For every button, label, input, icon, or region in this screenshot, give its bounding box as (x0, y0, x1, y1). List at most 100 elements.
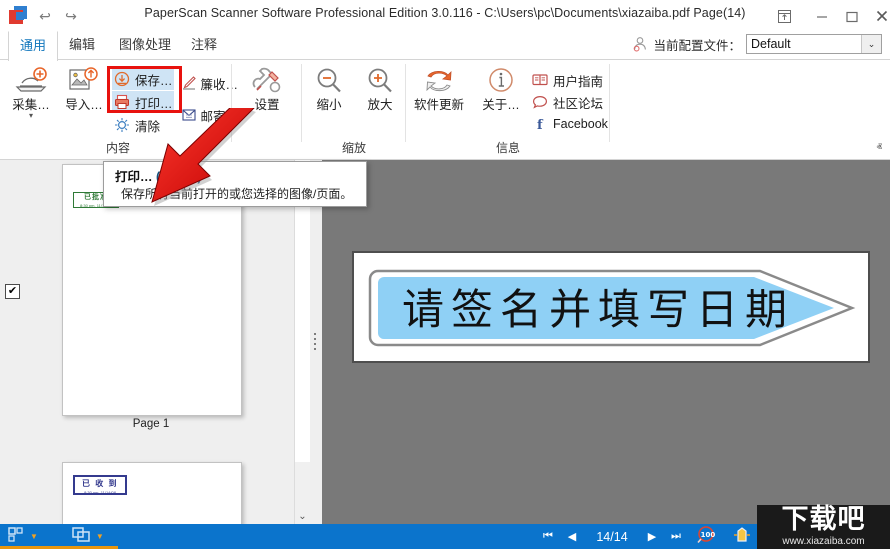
page-1-label: Page 1 (132, 418, 170, 430)
site-watermark: 下载吧 www.xiazaiba.com (757, 504, 890, 549)
facebook-icon: f (530, 115, 550, 133)
zoom-100-icon[interactable]: 100 (696, 526, 718, 547)
settings-label: 设置 (254, 98, 280, 112)
settings-button[interactable]: 设置 (240, 64, 294, 113)
mail-icon (180, 106, 197, 124)
clear-label: 清除 (135, 119, 161, 134)
import-button[interactable]: 导入… (57, 64, 111, 113)
splitter-grip-icon (314, 333, 317, 353)
profile-value: Default (751, 37, 791, 51)
page-indicator: 14/14 (596, 529, 628, 544)
page-navigation: ⏮ ◀ 14/14 ▶ ⏭ 100 (536, 524, 752, 549)
svg-text:f: f (537, 118, 544, 131)
watermark-text: 下载吧 (781, 504, 866, 535)
window-title: PaperScan Scanner Software Professional … (144, 6, 746, 20)
chevron-down-icon[interactable]: ⌄ (861, 35, 881, 53)
acquire-button[interactable]: 采集… ▾ (4, 64, 58, 120)
info-circle-icon (474, 64, 528, 98)
next-page-button[interactable]: ▶ (640, 530, 664, 543)
thumbnail-checkbox-column: ✔ (0, 160, 22, 524)
user-guide-label: 用户指南 (553, 74, 604, 89)
software-update-button[interactable]: 软件更新 (408, 64, 470, 113)
tab-annotation[interactable]: 注释 (180, 31, 228, 60)
user-guide-button[interactable]: 用户指南 (530, 69, 608, 91)
document-canvas[interactable]: 请签名并填写日期 (322, 160, 890, 524)
about-label: 关于… (482, 98, 520, 112)
last-page-button[interactable]: ⏭ (664, 530, 688, 543)
ribbon-tab-strip: 通用 编辑 图像处理 注释 当前配置文件： Default ⌄ (0, 31, 890, 62)
arrow-annotation[interactable]: 请签名并填写日期 (368, 267, 858, 349)
document-page[interactable]: 请签名并填写日期 (352, 251, 870, 363)
thumbnail-panel: ✔ 已批准 8:30 pm, 11/14/08 Page 1 已 收 到 8:3… (0, 160, 311, 524)
about-button[interactable]: 关于… (474, 64, 528, 113)
ribbon-group-info-label: 信息 (495, 141, 520, 155)
overlap-windows-icon (72, 527, 92, 546)
print-tooltip: 打印… (Ctrl+P) 保存所有当前打开的或您选择的图像/页面。 (103, 161, 367, 207)
collapse-ribbon-icon[interactable]: ⱏ (877, 142, 882, 155)
ribbon-group-content-label: 内容 (105, 141, 130, 155)
ribbon-group-settings: 设置 (232, 60, 302, 158)
view-mode-tool[interactable]: ▼ (72, 527, 104, 546)
zoom-out-label: 缩小 (316, 98, 342, 112)
tooltip-body: 保存所有当前打开的或您选择的图像/页面。 (121, 187, 353, 201)
speech-bubble-icon (530, 93, 550, 111)
tab-image-process[interactable]: 图像处理 (108, 31, 182, 60)
svg-text:请签名并填写日期: 请签名并填写日期 (402, 285, 794, 334)
fit-page-icon[interactable] (732, 526, 752, 547)
import-image-icon (57, 64, 111, 98)
clear-button[interactable]: 清除 (112, 114, 174, 136)
scroll-down-icon[interactable]: ⌄ (295, 511, 310, 522)
layout-grid-icon (8, 527, 26, 546)
prev-page-button[interactable]: ◀ (560, 530, 584, 543)
magnifier-plus-icon (353, 64, 407, 98)
zoom-out-button[interactable]: 缩小 (302, 64, 356, 113)
scanner-plus-icon (4, 64, 58, 98)
community-forum-label: 社区论坛 (553, 96, 604, 111)
paperscan-window: ↩ ↪ PaperScan Scanner Software Professio… (0, 0, 890, 549)
wrench-screwdriver-icon (240, 64, 294, 98)
highlight-box-save-print (107, 66, 182, 113)
zoom-in-label: 放大 (367, 98, 393, 112)
work-area: ✔ 已批准 8:30 pm, 11/14/08 Page 1 已 收 到 8:3… (0, 160, 890, 524)
profile-selector: 当前配置文件： Default ⌄ (632, 34, 882, 54)
title-bar: ↩ ↪ PaperScan Scanner Software Professio… (0, 0, 890, 31)
tab-general[interactable]: 通用 (8, 31, 59, 62)
ribbon: 采集… ▾ 导入… 保存… 打印… 清除 簾收… 邮寄… 内容 设置 缩小 放大… (0, 60, 890, 160)
acquire-menu-caret[interactable]: ▾ (4, 112, 58, 120)
svg-text:100: 100 (701, 531, 716, 539)
layout-caret-icon[interactable]: ▼ (30, 532, 38, 541)
ribbon-group-info: 软件更新 关于… 用户指南 社区论坛 f Facebook 信息 (406, 60, 610, 158)
facebook-button[interactable]: f Facebook (530, 113, 608, 135)
tab-edit[interactable]: 编辑 (58, 31, 106, 60)
software-update-label: 软件更新 (413, 98, 464, 112)
thumbnail-scrollbar[interactable]: ⌄ (294, 160, 310, 524)
received-stamp: 已 收 到 8:30 pm, 11/14/08 (73, 475, 127, 495)
ribbon-group-zoom: 缩小 放大 缩放 (302, 60, 406, 158)
page-2-thumbnail[interactable]: 已 收 到 8:30 pm, 11/14/08 (62, 462, 242, 524)
view-mode-caret-icon[interactable]: ▼ (96, 532, 104, 541)
magnifier-minus-icon (302, 64, 356, 98)
ribbon-group-zoom-label: 缩放 (341, 141, 366, 155)
facebook-label: Facebook (553, 117, 608, 131)
user-profile-icon (632, 35, 650, 53)
page-select-checkbox[interactable]: ✔ (5, 284, 20, 299)
community-forum-button[interactable]: 社区论坛 (530, 91, 608, 113)
sign-button[interactable]: 簾收… (180, 72, 238, 94)
page-layout-tool[interactable]: ▼ (8, 527, 38, 546)
clear-icon (112, 116, 132, 134)
watermark-url: www.xiazaiba.com (782, 536, 865, 547)
first-page-button[interactable]: ⏮ (536, 530, 560, 543)
maximize-button[interactable] (838, 5, 866, 27)
zoom-in-button[interactable]: 放大 (353, 64, 407, 113)
profile-label: 当前配置文件： (653, 38, 741, 53)
minimize-button[interactable] (808, 5, 836, 27)
pen-sign-icon (180, 74, 197, 92)
profile-combobox[interactable]: Default ⌄ (746, 34, 882, 54)
close-button[interactable] (868, 5, 890, 27)
ribbon-display-options-icon[interactable] (770, 5, 798, 27)
tooltip-title: 打印… (Ctrl+P) (115, 170, 202, 184)
import-label: 导入… (65, 98, 103, 112)
refresh-arrows-icon (408, 64, 470, 98)
mail-button[interactable]: 邮寄… (180, 104, 238, 126)
panel-splitter[interactable] (310, 160, 322, 524)
